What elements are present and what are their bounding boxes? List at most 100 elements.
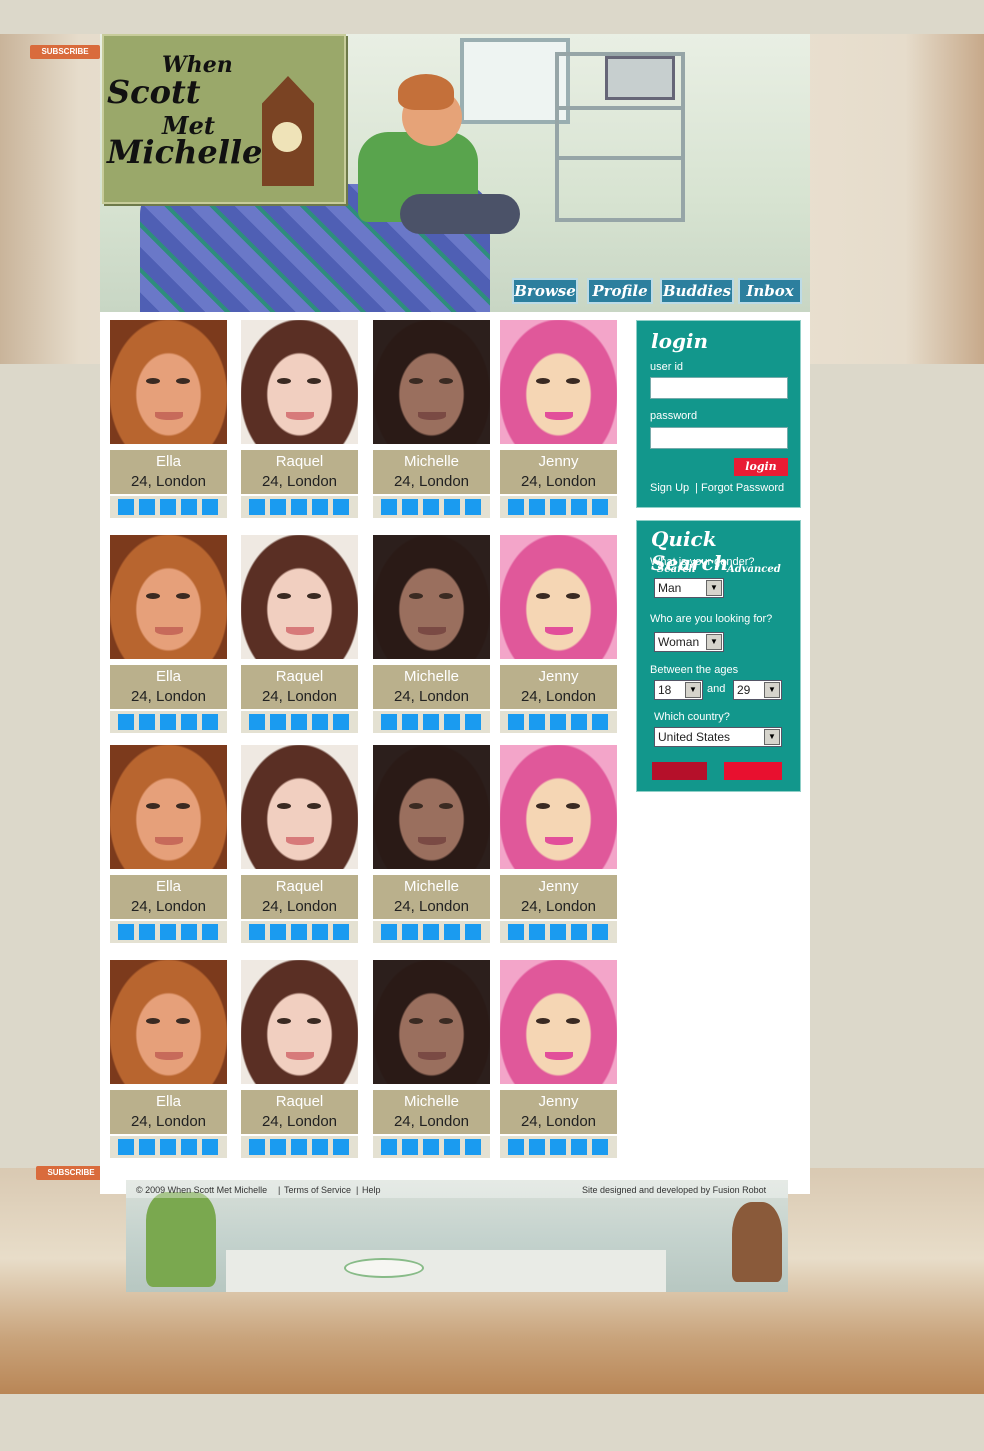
gender-select[interactable]: Man ▼: [654, 578, 724, 598]
profile-name[interactable]: Jenny: [500, 667, 617, 687]
rating-square-icon[interactable]: [423, 714, 439, 730]
rating-square-icon[interactable]: [381, 1139, 397, 1155]
rating-square-icon[interactable]: [465, 714, 481, 730]
rating-square-icon[interactable]: [592, 714, 608, 730]
looking-select[interactable]: Woman ▼: [654, 632, 724, 652]
profile-card[interactable]: Ella 24, London: [110, 960, 227, 1158]
signup-link[interactable]: Sign Up: [650, 482, 689, 494]
advanced-button-label[interactable]: Advanced: [727, 564, 781, 575]
profile-card[interactable]: Michelle 24, London: [373, 960, 490, 1158]
rating-square-icon[interactable]: [118, 1139, 134, 1155]
rating-square-icon[interactable]: [529, 499, 545, 515]
rating-square-icon[interactable]: [465, 1139, 481, 1155]
profile-card[interactable]: Michelle 24, London: [373, 320, 490, 518]
rating-square-icon[interactable]: [529, 1139, 545, 1155]
rating-square-icon[interactable]: [444, 714, 460, 730]
rating-square-icon[interactable]: [181, 714, 197, 730]
profile-photo[interactable]: [373, 960, 490, 1084]
rating-square-icon[interactable]: [508, 499, 524, 515]
rating-square-icon[interactable]: [571, 714, 587, 730]
profile-name[interactable]: Michelle: [373, 877, 490, 897]
profile-card[interactable]: Ella 24, London: [110, 535, 227, 733]
rating-square-icon[interactable]: [571, 1139, 587, 1155]
profile-photo[interactable]: [373, 745, 490, 869]
help-link[interactable]: Help: [362, 1185, 381, 1195]
profile-photo[interactable]: [373, 535, 490, 659]
subscribe-tag-bottom[interactable]: SUBSCRIBE: [36, 1166, 106, 1180]
rating-square-icon[interactable]: [181, 924, 197, 940]
terms-link[interactable]: Terms of Service: [284, 1185, 351, 1195]
rating-square-icon[interactable]: [270, 499, 286, 515]
profile-card[interactable]: Raquel 24, London: [241, 745, 358, 943]
age-from-select[interactable]: 18 ▼: [654, 680, 703, 700]
profile-name[interactable]: Ella: [110, 1092, 227, 1112]
rating-square-icon[interactable]: [139, 499, 155, 515]
rating-square-icon[interactable]: [118, 924, 134, 940]
rating-square-icon[interactable]: [160, 499, 176, 515]
rating-square-icon[interactable]: [312, 924, 328, 940]
user-id-input[interactable]: [650, 377, 788, 399]
profile-card[interactable]: Raquel 24, London: [241, 535, 358, 733]
rating-square-icon[interactable]: [402, 714, 418, 730]
profile-name[interactable]: Raquel: [241, 452, 358, 472]
profile-card[interactable]: Michelle 24, London: [373, 535, 490, 733]
country-select[interactable]: United States ▼: [654, 727, 782, 747]
profile-card[interactable]: Raquel 24, London: [241, 960, 358, 1158]
rating-square-icon[interactable]: [118, 714, 134, 730]
profile-name[interactable]: Michelle: [373, 667, 490, 687]
rating-square-icon[interactable]: [202, 499, 218, 515]
profile-photo[interactable]: [500, 745, 617, 869]
nav-profile[interactable]: Profile: [587, 278, 653, 304]
profile-name[interactable]: Jenny: [500, 877, 617, 897]
rating-square-icon[interactable]: [333, 499, 349, 515]
rating-square-icon[interactable]: [550, 714, 566, 730]
profile-name[interactable]: Ella: [110, 667, 227, 687]
rating-square-icon[interactable]: [333, 1139, 349, 1155]
rating-square-icon[interactable]: [402, 499, 418, 515]
profile-card[interactable]: Michelle 24, London: [373, 745, 490, 943]
rating-square-icon[interactable]: [291, 924, 307, 940]
profile-name[interactable]: Raquel: [241, 1092, 358, 1112]
age-to-select[interactable]: 29 ▼: [733, 680, 782, 700]
rating-square-icon[interactable]: [402, 1139, 418, 1155]
rating-square-icon[interactable]: [550, 1139, 566, 1155]
rating-square-icon[interactable]: [312, 499, 328, 515]
rating-square-icon[interactable]: [529, 714, 545, 730]
rating-square-icon[interactable]: [571, 499, 587, 515]
rating-square-icon[interactable]: [508, 924, 524, 940]
rating-square-icon[interactable]: [571, 924, 587, 940]
rating-square-icon[interactable]: [249, 499, 265, 515]
rating-square-icon[interactable]: [508, 1139, 524, 1155]
profile-name[interactable]: Ella: [110, 877, 227, 897]
profile-card[interactable]: Jenny 24, London: [500, 535, 617, 733]
rating-square-icon[interactable]: [423, 924, 439, 940]
rating-square-icon[interactable]: [291, 1139, 307, 1155]
login-button[interactable]: login: [734, 458, 788, 476]
rating-square-icon[interactable]: [139, 1139, 155, 1155]
rating-square-icon[interactable]: [381, 714, 397, 730]
profile-name[interactable]: Raquel: [241, 877, 358, 897]
profile-photo[interactable]: [110, 745, 227, 869]
rating-square-icon[interactable]: [202, 714, 218, 730]
rating-square-icon[interactable]: [160, 924, 176, 940]
profile-photo[interactable]: [241, 745, 358, 869]
profile-name[interactable]: Ella: [110, 452, 227, 472]
rating-square-icon[interactable]: [423, 499, 439, 515]
rating-square-icon[interactable]: [202, 924, 218, 940]
profile-photo[interactable]: [241, 960, 358, 1084]
profile-name[interactable]: Michelle: [373, 1092, 490, 1112]
rating-square-icon[interactable]: [423, 1139, 439, 1155]
rating-square-icon[interactable]: [444, 924, 460, 940]
nav-inbox[interactable]: Inbox: [738, 278, 802, 304]
rating-square-icon[interactable]: [181, 499, 197, 515]
rating-square-icon[interactable]: [550, 924, 566, 940]
subscribe-tag[interactable]: SUBSCRIBE: [30, 45, 100, 59]
rating-square-icon[interactable]: [270, 924, 286, 940]
rating-square-icon[interactable]: [118, 499, 134, 515]
rating-square-icon[interactable]: [312, 1139, 328, 1155]
profile-photo[interactable]: [500, 320, 617, 444]
rating-square-icon[interactable]: [291, 714, 307, 730]
rating-square-icon[interactable]: [312, 714, 328, 730]
rating-square-icon[interactable]: [270, 1139, 286, 1155]
credit-link[interactable]: Site designed and developed by Fusion Ro…: [582, 1185, 766, 1195]
